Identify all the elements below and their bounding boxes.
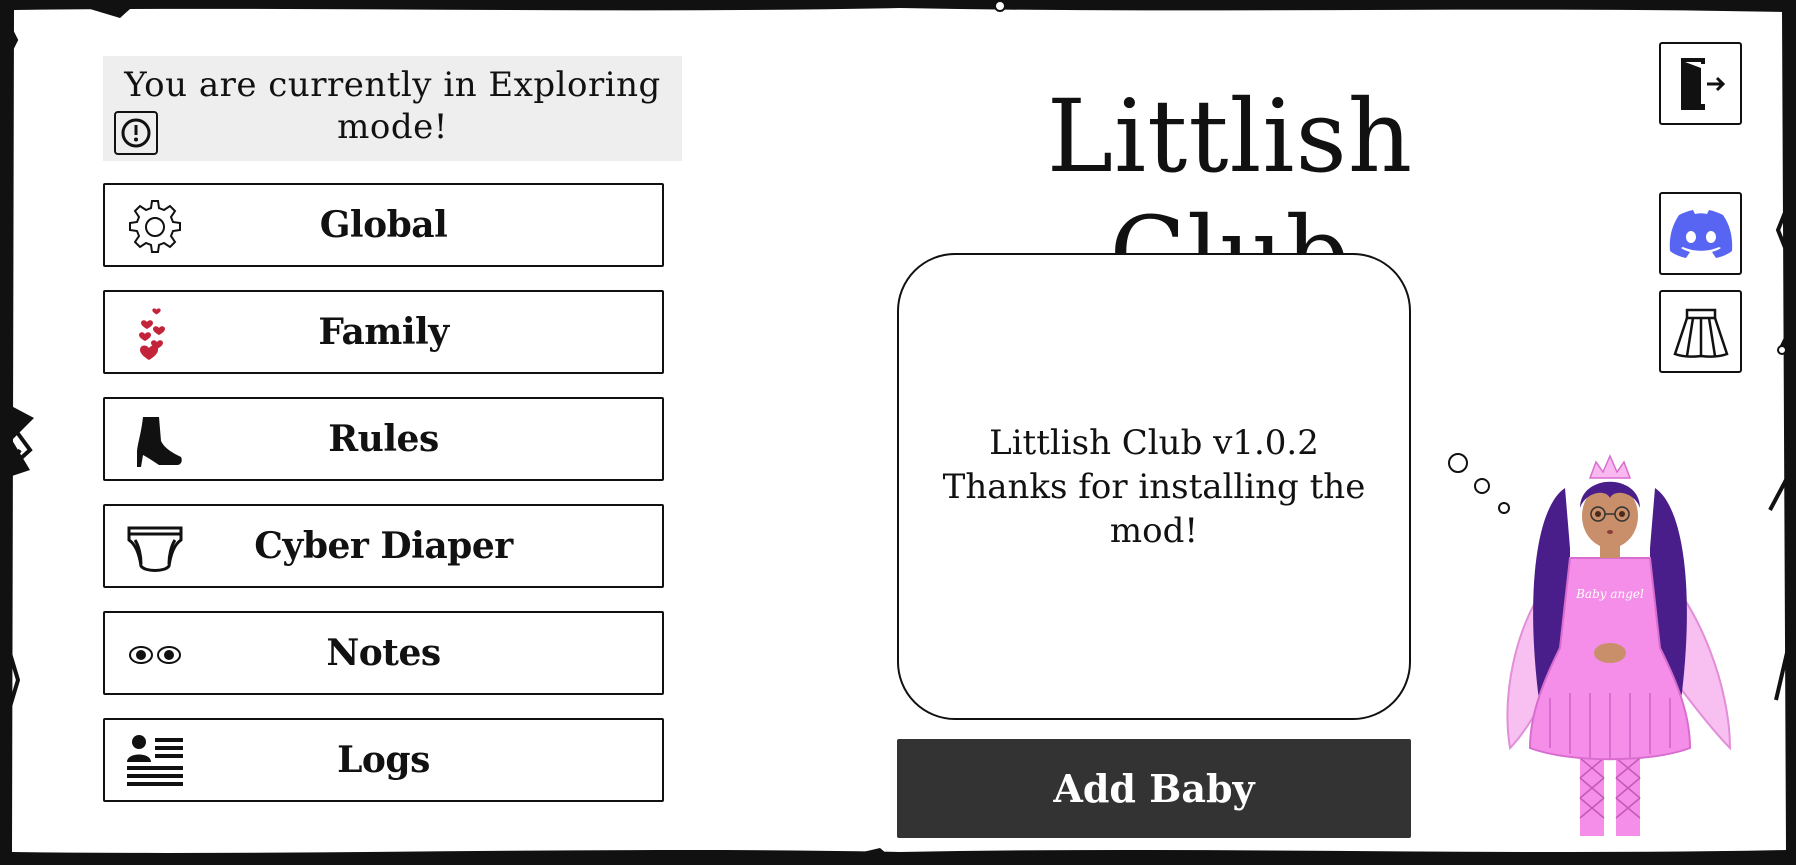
shirt-text: Baby angel (1575, 587, 1644, 601)
logs-label: Logs (337, 739, 430, 781)
notes-button[interactable]: Notes (103, 611, 664, 695)
avatar-illustration: Baby angel (1440, 448, 1740, 840)
logs-button[interactable]: Logs (103, 718, 664, 802)
rules-label: Rules (328, 418, 439, 460)
discord-button[interactable] (1659, 192, 1742, 275)
global-label: Global (319, 204, 448, 246)
info-panel: Littlish Club v1.0.2 Thanks for installi… (897, 253, 1411, 720)
family-label: Family (318, 311, 449, 353)
outfit-button[interactable] (1659, 290, 1742, 373)
exit-door-icon (1680, 57, 1725, 110)
mode-status-panel: You are currently in Exploring mode! (103, 56, 682, 161)
discord-icon (1669, 209, 1732, 258)
notes-label: Notes (326, 632, 441, 674)
global-button[interactable]: Global (103, 183, 664, 267)
version-text: Littlish Club v1.0.2 (989, 422, 1319, 463)
exclamation-circle-icon[interactable] (114, 111, 158, 155)
family-button[interactable]: Family (103, 290, 664, 374)
add-baby-button[interactable]: Add Baby (897, 739, 1411, 838)
thanks-text: Thanks for installing the mod! (942, 466, 1366, 551)
rules-button[interactable]: Rules (103, 397, 664, 481)
skirt-icon (1672, 308, 1729, 358)
baby-angel-avatar: Baby angel (1448, 453, 1732, 836)
cyber-diaper-label: Cyber Diaper (254, 525, 513, 567)
exit-button[interactable] (1659, 42, 1742, 125)
cyber-diaper-button[interactable]: Cyber Diaper (103, 504, 664, 588)
mode-status-text: You are currently in Exploring mode! (124, 65, 661, 147)
